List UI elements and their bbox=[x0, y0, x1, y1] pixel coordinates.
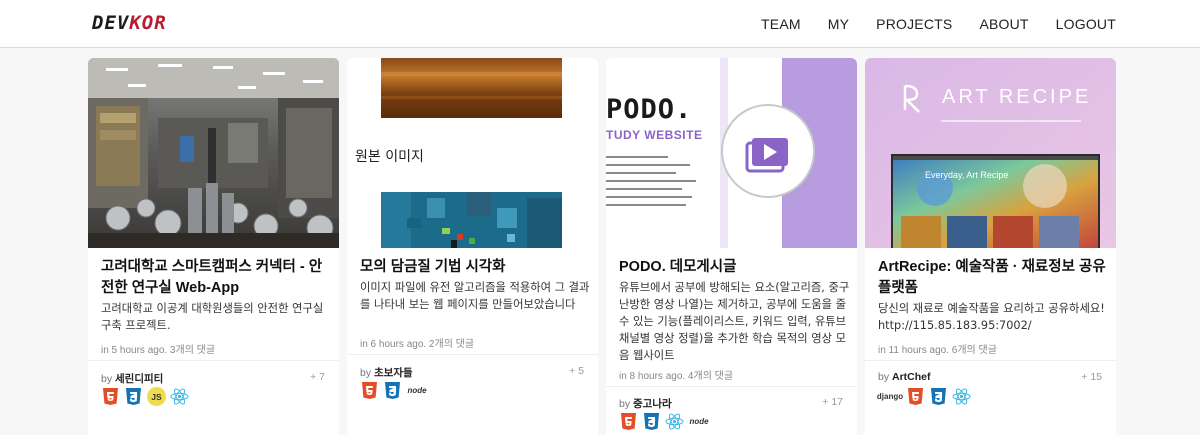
top-navbar: DEVKOR TEAM MY PROJECTS ABOUT LOGOUT bbox=[0, 0, 1200, 48]
author-name[interactable]: 초보자들 bbox=[374, 367, 413, 379]
tech-stack: django bbox=[876, 387, 971, 406]
podo-image-title: PODO. bbox=[606, 94, 693, 125]
card-plus-count: + 17 bbox=[822, 396, 843, 408]
html5-icon bbox=[360, 381, 379, 400]
html5-icon bbox=[619, 412, 638, 431]
card-author: by ArtChef bbox=[878, 371, 931, 383]
brand-logo[interactable]: DEVKOR bbox=[92, 12, 167, 34]
author-prefix: by bbox=[878, 371, 890, 383]
project-card[interactable]: 원본 이미지 모의 담금질 기법 시각화 이미지 파일에 유전 알고리즘을 적용… bbox=[347, 58, 598, 435]
card-title[interactable]: PODO. 데모게시글 bbox=[619, 257, 849, 278]
artrecipe-image-title: ART RECIPE bbox=[942, 86, 1092, 108]
js-icon: JS bbox=[147, 387, 166, 406]
html5-icon bbox=[906, 387, 925, 406]
author-prefix: by bbox=[619, 398, 631, 410]
card-description: 이미지 파일에 유전 알고리즘을 적용하여 그 결과를 나타내 보는 웹 페이지… bbox=[360, 281, 590, 311]
node-label: node bbox=[689, 417, 709, 426]
card-divider bbox=[347, 354, 598, 355]
card-plus-count: + 15 bbox=[1081, 371, 1102, 383]
css3-icon bbox=[642, 412, 661, 431]
author-name[interactable]: ArtChef bbox=[892, 371, 931, 383]
node-label: node bbox=[407, 386, 427, 395]
author-prefix: by bbox=[360, 367, 372, 379]
nav-about[interactable]: ABOUT bbox=[979, 16, 1028, 32]
card-meta: in 8 hours ago. 4개의 댓글 bbox=[619, 371, 734, 382]
node-icon: node bbox=[688, 412, 710, 431]
card-author: by 초보자들 bbox=[360, 365, 413, 380]
react-icon bbox=[952, 387, 971, 406]
card-author: by 세린디피티 bbox=[101, 371, 163, 386]
css3-icon bbox=[124, 387, 143, 406]
author-prefix: by bbox=[101, 373, 113, 385]
project-card[interactable]: PODO. TUDY WEBSITE PODO. 데모게시글 유튜브에서 공부에… bbox=[606, 58, 857, 435]
author-name[interactable]: 중고나라 bbox=[633, 398, 672, 410]
card-title[interactable]: 모의 담금질 기법 시각화 bbox=[360, 257, 590, 278]
card-meta: in 5 hours ago. 3개의 댓글 bbox=[101, 345, 216, 356]
brand-logo-part2: KOR bbox=[129, 12, 167, 34]
card-image-artrecipe: ART RECIPE Everyday, Art Recipe bbox=[865, 58, 1116, 248]
artrecipe-image-tagline: Everyday, Art Recipe bbox=[925, 170, 1009, 180]
card-divider bbox=[606, 386, 857, 387]
card-title[interactable]: 고려대학교 스마트캠퍼스 커넥터 - 안전한 연구실 Web-App bbox=[101, 257, 331, 299]
card-plus-count: + 5 bbox=[569, 365, 584, 377]
card-author: by 중고나라 bbox=[619, 396, 672, 411]
card-image-annealing: 원본 이미지 bbox=[347, 58, 598, 248]
react-icon bbox=[170, 387, 189, 406]
nav-my[interactable]: MY bbox=[828, 16, 849, 32]
card-meta: in 6 hours ago. 2개의 댓글 bbox=[360, 339, 475, 350]
card-description: 당신의 재료로 예술작품을 요리하고 공유하세요! http://115.85.… bbox=[878, 302, 1105, 332]
node-icon: node bbox=[406, 381, 428, 400]
card-description: 고려대학교 이공계 대학원생들의 안전한 연구실 구축 프로젝트. bbox=[101, 302, 324, 332]
card-divider bbox=[865, 360, 1116, 361]
nav-links: TEAM MY PROJECTS ABOUT LOGOUT bbox=[734, 0, 1116, 48]
html5-icon bbox=[101, 387, 120, 406]
card-image-podo: PODO. TUDY WEBSITE bbox=[606, 58, 857, 248]
card-meta: in 11 hours ago. 6개의 댓글 bbox=[878, 345, 997, 356]
card-title[interactable]: ArtRecipe: 예술작품 · 재료정보 공유 플랫폼 bbox=[878, 257, 1108, 299]
tech-stack: JS bbox=[101, 387, 189, 406]
card-description: 유튜브에서 공부에 방해되는 요소(알고리즘, 중구난방한 영상 나열)는 제거… bbox=[619, 281, 850, 362]
django-label: django bbox=[876, 392, 904, 401]
css3-icon bbox=[383, 381, 402, 400]
card-image-lab-photo bbox=[88, 58, 339, 248]
tech-stack: node bbox=[619, 412, 710, 431]
card-plus-count: + 7 bbox=[310, 371, 325, 383]
author-name[interactable]: 세린디피티 bbox=[115, 373, 163, 385]
nav-team[interactable]: TEAM bbox=[761, 16, 801, 32]
react-icon bbox=[665, 412, 684, 431]
brand-logo-part1: DEV bbox=[92, 12, 130, 34]
tech-stack: node bbox=[360, 381, 428, 400]
podo-image-subtitle: TUDY WEBSITE bbox=[606, 128, 703, 142]
nav-logout[interactable]: LOGOUT bbox=[1056, 16, 1116, 32]
css3-icon bbox=[929, 387, 948, 406]
card-divider bbox=[88, 360, 339, 361]
project-card[interactable]: ART RECIPE Everyday, Art Recipe ArtRecip… bbox=[865, 58, 1116, 435]
project-card[interactable]: 고려대학교 스마트캠퍼스 커넥터 - 안전한 연구실 Web-App 고려대학교… bbox=[88, 58, 339, 435]
django-icon: django bbox=[876, 387, 904, 406]
image-caption: 원본 이미지 bbox=[355, 149, 424, 165]
svg-text:JS: JS bbox=[151, 392, 162, 402]
nav-projects[interactable]: PROJECTS bbox=[876, 16, 952, 32]
